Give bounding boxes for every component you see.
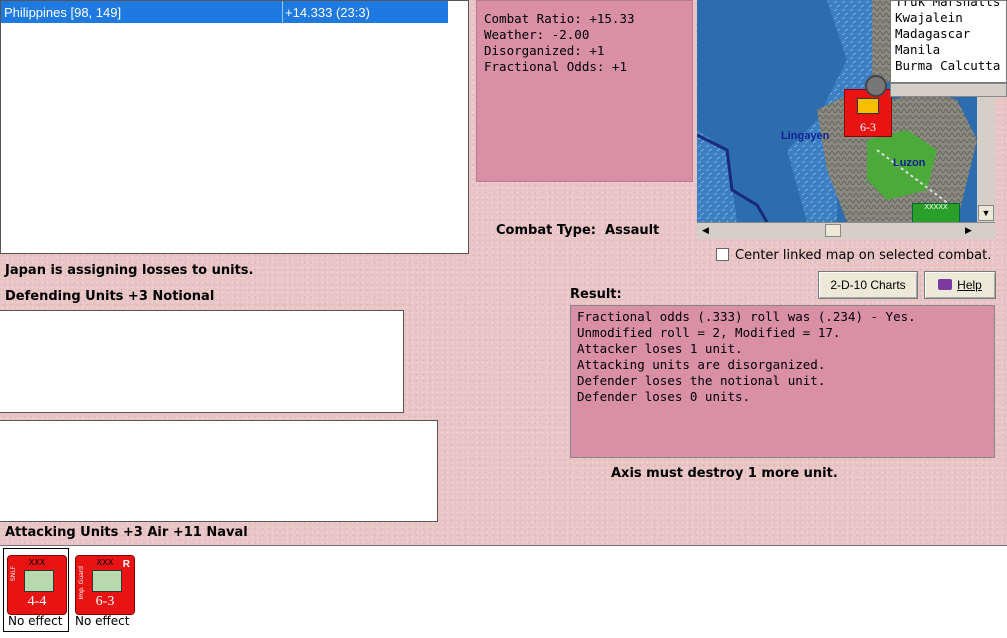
help-label: Help [957,278,982,292]
help-button[interactable]: Help [924,271,996,299]
defending-units-label: Defending Units +3 Notional [5,289,215,304]
scroll-thumb[interactable] [825,224,841,237]
battle-list[interactable]: Philippines [98, 149] +14.333 (23:3) [0,0,469,254]
defending-units-list[interactable] [0,310,404,413]
unit-effect: No effect [75,614,130,628]
modifier-combat-ratio: Combat Ratio: +15.33 [484,11,635,26]
result-line: Defender loses the notional unit. [577,373,826,388]
naval-infantry-icon [24,570,54,592]
battle-odds: +14.333 (23:3) [285,5,370,20]
charts-button[interactable]: 2-D-10 Charts [818,271,918,299]
modifier-fractional-odds: Fractional Odds: +1 [484,59,627,74]
result-line: Fractional odds (.333) roll was (.234) -… [577,309,916,324]
attacking-units-label: Attacking Units +3 Air +11 Naval [5,525,248,540]
battle-list-row-selected[interactable]: Philippines [98, 149] +14.333 (23:3) [1,1,448,23]
city-item[interactable]: Manila [895,42,940,57]
result-line: Attacker loses 1 unit. [577,341,743,356]
city-item[interactable]: Madagascar [895,26,970,41]
map-unit-size: XXXXX [924,204,948,211]
combat-modifiers-panel: Combat Ratio: +15.33 Weather: -2.00 Diso… [476,0,693,182]
result-box: Fractional odds (.333) roll was (.234) -… [570,305,995,458]
combat-type-value: Assault [605,223,660,238]
modifier-weather: Weather: -2.00 [484,27,590,42]
scroll-down-arrow-icon[interactable]: ▼ [978,205,994,221]
unit-type: SNLF [10,566,17,582]
result-line: Defender loses 0 units. [577,389,751,404]
scroll-left-arrow-icon[interactable]: ◀ [698,223,713,238]
attacking-units-list[interactable] [0,545,1007,638]
center-map-checkbox[interactable]: Center linked map on selected combat. [716,248,991,263]
combat-type-label: Combat Type: [496,223,596,238]
assign-losses-message: Japan is assigning losses to units. [5,263,254,278]
attacking-unit-imp-guard[interactable]: XXX Imp. Guard R 6-3 [75,555,135,615]
unit-symbol-icon [857,98,879,114]
column-divider [282,1,283,23]
city-item[interactable]: Burma Calcutta [895,58,1000,73]
result-line: Attacking units are disorganized. [577,357,826,372]
city-list[interactable]: Truk Marshalls Kwajalein Madagascar Mani… [890,0,1007,83]
unit-effect: No effect [8,614,63,628]
checkbox-icon[interactable] [716,248,729,261]
result-label: Result: [570,287,622,302]
naval-infantry-icon [92,570,122,592]
city-list-scrollbar[interactable] [890,83,1007,97]
city-item[interactable]: Truk Marshalls [895,1,1000,9]
combat-type: Combat Type: Assault [496,223,659,238]
map-horizontal-scrollbar[interactable]: ◀ ▶ [697,222,995,239]
scroll-right-arrow-icon[interactable]: ▶ [961,223,976,238]
eliminated-units-list[interactable] [0,420,438,522]
battle-location: Philippines [98, 149] [4,5,122,20]
axis-destroy-message: Axis must destroy 1 more unit. [611,466,838,481]
city-item[interactable]: Kwajalein [895,10,963,25]
center-map-label: Center linked map on selected combat. [735,248,992,263]
map-unit-counter[interactable]: 6-3 [844,89,892,137]
unit-strength: 4-4 [27,594,47,609]
help-book-icon [938,279,953,290]
map-unit-counter-green[interactable]: XXXXX [912,203,960,222]
modifier-disorganized: Disorganized: +1 [484,43,605,58]
map-label-lingayen: Lingayen [781,130,830,142]
map-unit-strength: 6-3 [860,120,876,134]
attacking-unit-snlf[interactable]: XXX SNLF 4-4 [7,555,67,615]
map-label-luzon: Luzon [893,157,926,169]
map-compass-icon[interactable] [865,75,887,97]
result-line: Unmodified roll = 2, Modified = 17. [577,325,841,340]
unit-flag: R [122,559,130,570]
unit-strength: 6-3 [95,594,115,609]
